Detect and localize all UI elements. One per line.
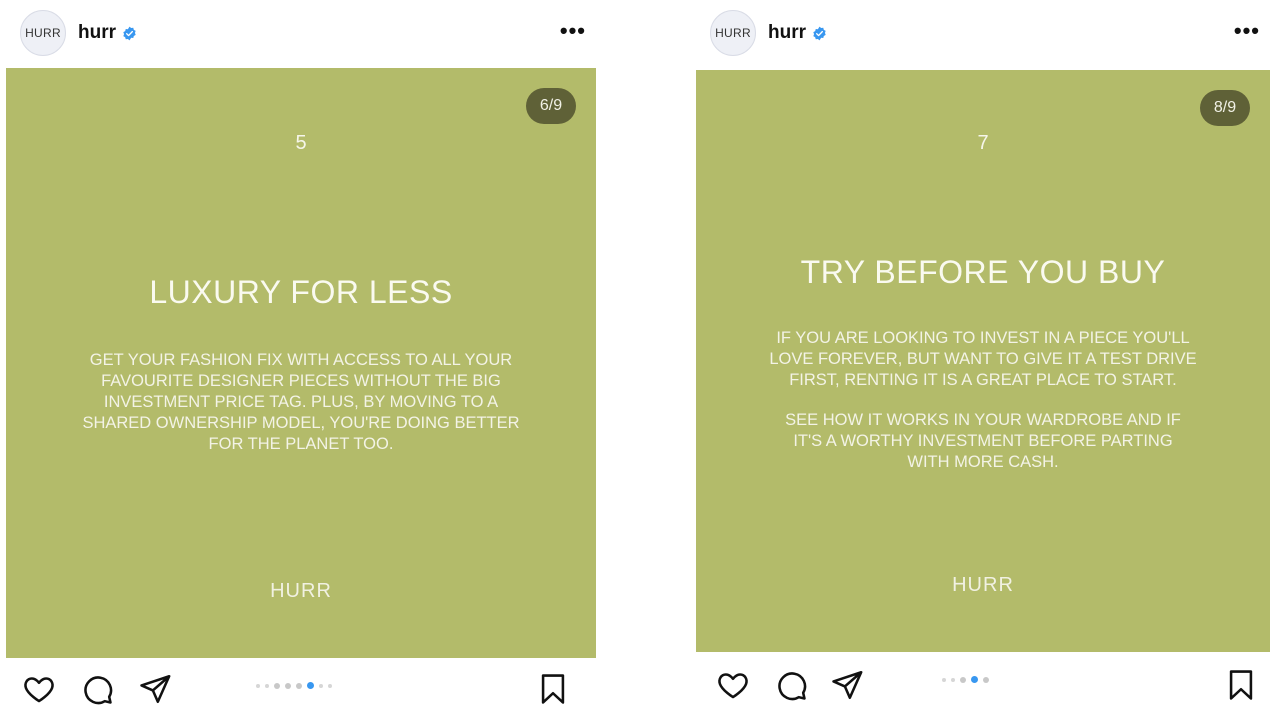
heart-icon[interactable]: [22, 672, 56, 706]
body-line: WITH MORE CASH.: [907, 453, 1059, 471]
brand-logo-text: HURR: [270, 580, 332, 602]
body-line: IF YOU ARE LOOKING TO INVEST IN A PIECE …: [776, 329, 1190, 347]
body-line: LOVE FOREVER, BUT WANT TO GIVE IT A TEST…: [769, 350, 1197, 368]
body-line: IT'S A WORTHY INVESTMENT BEFORE PARTING: [793, 432, 1173, 450]
slide-number: 7: [977, 132, 989, 154]
carousel-slide[interactable]: 8/9 7 TRY BEFORE YOU BUY IF YOU ARE LOOK…: [696, 70, 1270, 652]
carousel-dot: [942, 677, 946, 682]
carousel-dot: [319, 683, 323, 688]
slide-number: 5: [295, 132, 307, 154]
username[interactable]: hurr: [768, 22, 806, 44]
carousel-dot: [960, 676, 966, 683]
body-line: INVESTMENT PRICE TAG. PLUS, BY MOVING TO…: [103, 393, 499, 411]
carousel-dot: [296, 682, 302, 689]
slide-counter: 8/9: [1200, 90, 1250, 126]
more-options-icon[interactable]: •••: [560, 18, 586, 44]
slide-headline: TRY BEFORE YOU BUY: [800, 254, 1166, 290]
brand-logo-text: HURR: [952, 574, 1014, 596]
post-right: HURR hurr ••• 8/9 7 TRY BEFORE YOU BUY I…: [696, 0, 1270, 706]
body-line: SHARED OWNERSHIP MODEL, YOU'RE DOING BET…: [82, 414, 520, 432]
slide-counter: 6/9: [526, 88, 576, 124]
carousel-dot: [265, 683, 269, 688]
carousel-slide[interactable]: 6/9 5 LUXURY FOR LESS GET YOUR FASHION F…: [6, 68, 596, 658]
comment-icon[interactable]: [80, 672, 114, 706]
avatar[interactable]: HURR: [20, 10, 66, 56]
carousel-dot-active: [307, 682, 314, 689]
post-header: HURR hurr •••: [696, 0, 1270, 66]
slide-body: IF YOU ARE LOOKING TO INVEST IN A PIECE …: [696, 328, 1270, 473]
comment-icon[interactable]: [774, 668, 808, 702]
carousel-dot: [285, 682, 291, 689]
body-line: GET YOUR FASHION FIX WITH ACCESS TO ALL …: [89, 351, 513, 369]
body-line: [696, 391, 1270, 410]
carousel-dot: [256, 683, 260, 688]
body-line: FIRST, RENTING IT IS A GREAT PLACE TO ST…: [789, 371, 1177, 389]
carousel-dots: [942, 676, 989, 683]
post-left: HURR hurr ••• 6/9 5 LUXURY FOR LESS GET …: [6, 0, 596, 706]
body-line: FOR THE PLANET TOO.: [208, 435, 394, 453]
username[interactable]: hurr: [78, 22, 116, 44]
carousel-dot: [274, 682, 280, 689]
verified-badge-icon: [123, 26, 136, 40]
avatar[interactable]: HURR: [710, 10, 756, 56]
carousel-dot: [328, 683, 332, 688]
carousel-dots: [256, 682, 332, 689]
body-line: SEE HOW IT WORKS IN YOUR WARDROBE AND IF: [785, 411, 1181, 429]
verified-badge-icon: [813, 26, 826, 40]
carousel-dot: [951, 677, 955, 682]
slide-headline: LUXURY FOR LESS: [149, 274, 453, 310]
send-icon[interactable]: [138, 672, 172, 706]
action-bar: [6, 668, 596, 706]
bookmark-icon[interactable]: [536, 672, 570, 706]
carousel-dot: [983, 676, 989, 683]
carousel-dot-active: [971, 676, 978, 683]
body-line: FAVOURITE DESIGNER PIECES WITHOUT THE BI…: [101, 372, 501, 390]
bookmark-icon[interactable]: [1224, 668, 1258, 702]
heart-icon[interactable]: [716, 668, 750, 702]
post-header: HURR hurr •••: [6, 0, 596, 66]
slide-body: GET YOUR FASHION FIX WITH ACCESS TO ALL …: [6, 350, 596, 455]
send-icon[interactable]: [830, 668, 864, 702]
action-bar: [696, 662, 1270, 702]
more-options-icon[interactable]: •••: [1234, 18, 1260, 44]
